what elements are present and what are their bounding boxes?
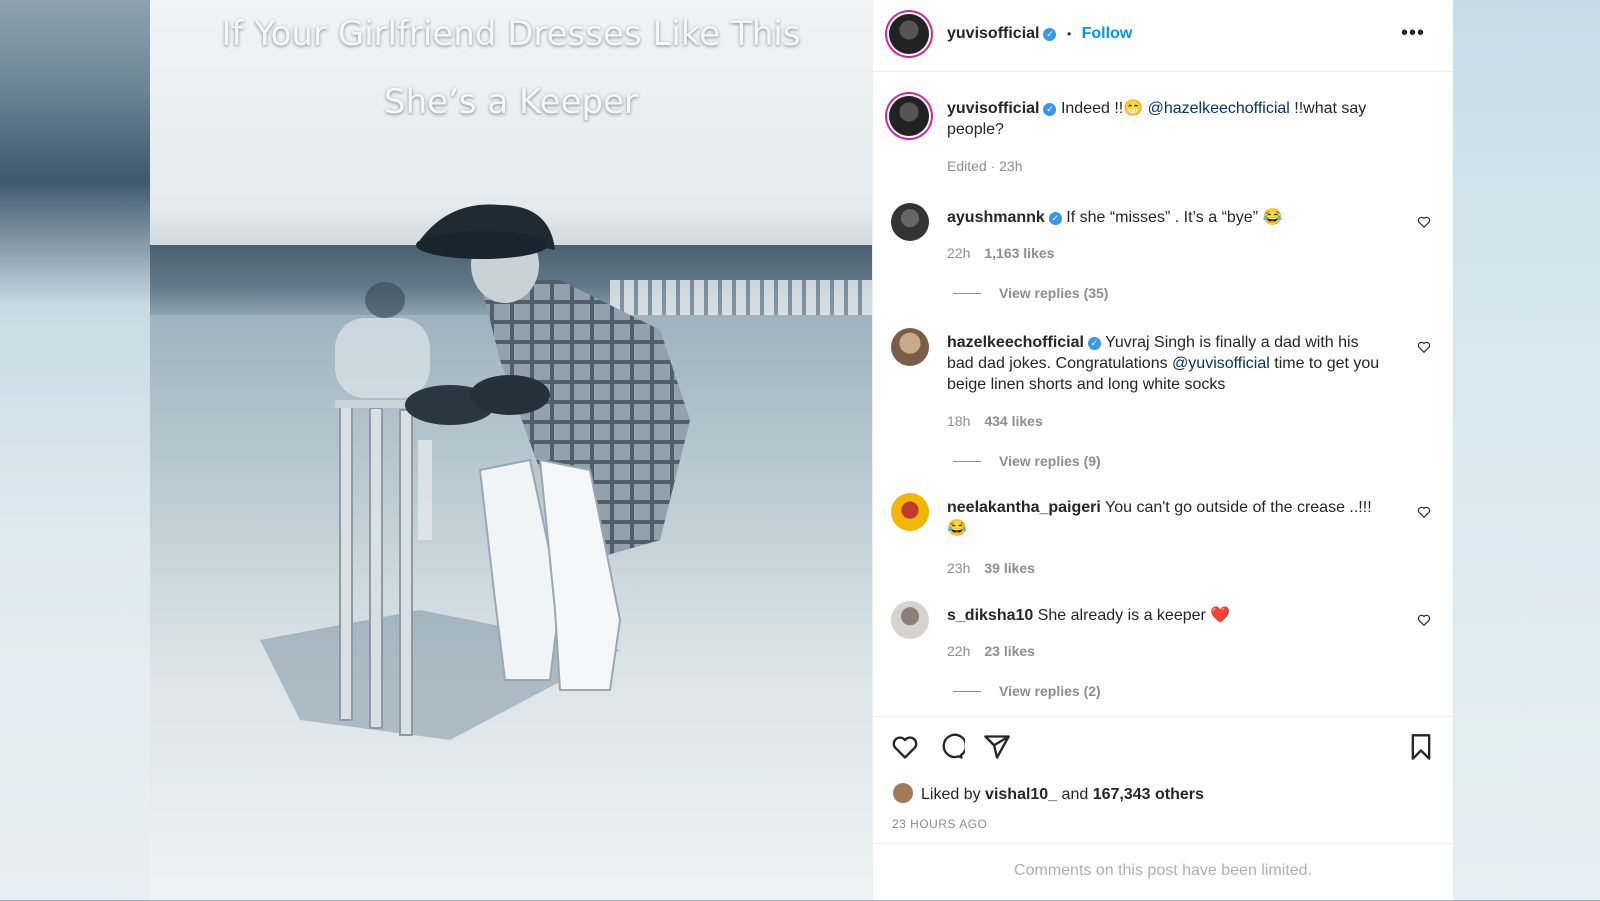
view-replies-label: View replies (2) bbox=[999, 683, 1101, 699]
caption-text: yuvisofficial ✓ Indeed !!😁 @hazelkeechoff… bbox=[947, 98, 1383, 140]
comment-item: hazelkeechofficial ✓ Yuvraj Singh is fina… bbox=[873, 320, 1453, 470]
comment-text: ayushmannk ✓ If she “misses” . It’s a “by… bbox=[947, 207, 1383, 228]
heart-icon[interactable] bbox=[891, 733, 919, 761]
caption-body-1: Indeed !!😁 bbox=[1060, 100, 1148, 117]
background-blur-left bbox=[0, 0, 150, 900]
author-avatar[interactable] bbox=[889, 14, 929, 54]
liked-by-user[interactable]: vishal10_ bbox=[985, 786, 1057, 803]
comment-meta: 22h 1,163 likes bbox=[947, 245, 1054, 261]
liker-avatar[interactable] bbox=[893, 783, 913, 803]
comment-body: If she “misses” . It’s a “bye” 😂 bbox=[1066, 209, 1283, 226]
comment-text: s_diksha10 She already is a keeper ❤️ bbox=[947, 605, 1383, 626]
view-replies-label: View replies (9) bbox=[999, 453, 1101, 469]
replies-line bbox=[953, 691, 981, 692]
author-username[interactable]: yuvisofficial bbox=[947, 25, 1039, 42]
image-caption-line-2: She’s a Keeper bbox=[384, 82, 638, 122]
image-caption-line-1: If Your Girlfriend Dresses Like This bbox=[221, 14, 801, 54]
comment-username[interactable]: ayushmannk bbox=[947, 209, 1045, 226]
commenter-avatar[interactable] bbox=[891, 328, 929, 366]
comment-meta: 18h 434 likes bbox=[947, 413, 1043, 429]
replies-line bbox=[953, 461, 981, 462]
view-replies-button[interactable]: View replies (9) bbox=[953, 453, 1101, 469]
liked-by: Liked by vishal10_ and 167,343 others bbox=[893, 783, 1204, 804]
view-replies-button[interactable]: View replies (35) bbox=[953, 285, 1108, 301]
comment-time: 23h bbox=[947, 560, 971, 576]
wicketkeeper-photo bbox=[260, 204, 690, 740]
post-detail-panel: yuvisofficial ✓ • Follow ••• yuvisofficia… bbox=[872, 0, 1453, 900]
header-separator: • bbox=[1066, 27, 1072, 41]
post-actions: Liked by vishal10_ and 167,343 others 23… bbox=[873, 716, 1453, 831]
comment-item: neelakantha_paigeri You can't go outside… bbox=[873, 485, 1453, 576]
liked-by-prefix: Liked by bbox=[921, 786, 986, 803]
comment-item: ayushmannk ✓ If she “misses” . It’s a “by… bbox=[873, 195, 1453, 305]
post-time-ago[interactable]: 23 HOURS AGO bbox=[892, 817, 987, 831]
comment-mention[interactable]: @yuvisofficial bbox=[1172, 355, 1270, 372]
post-image[interactable]: If Your Girlfriend Dresses Like This She… bbox=[150, 0, 872, 900]
comment-icon[interactable] bbox=[937, 733, 965, 761]
comment-likes[interactable]: 39 likes bbox=[984, 560, 1035, 576]
post-caption: yuvisofficial ✓ Indeed !!😁 @hazelkeechoff… bbox=[873, 90, 1453, 190]
more-dots-icon[interactable]: ••• bbox=[1401, 22, 1425, 45]
liked-by-mid: and bbox=[1057, 786, 1093, 803]
verified-badge-icon: ✓ bbox=[1087, 337, 1101, 350]
comment-likes[interactable]: 434 likes bbox=[984, 413, 1042, 429]
comment-username[interactable]: s_diksha10 bbox=[947, 607, 1033, 624]
follow-button[interactable]: Follow bbox=[1082, 25, 1133, 42]
comment-meta: 23h 39 likes bbox=[947, 560, 1035, 576]
caption-mention[interactable]: @hazelkeechofficial bbox=[1148, 100, 1290, 117]
liked-by-others[interactable]: 167,343 others bbox=[1093, 786, 1204, 803]
comment-like-heart-icon[interactable] bbox=[1417, 340, 1431, 354]
bookmark-icon[interactable] bbox=[1407, 733, 1435, 761]
comment-item: s_diksha10 She already is a keeper ❤️ 22… bbox=[873, 593, 1453, 703]
comment-likes[interactable]: 1,163 likes bbox=[984, 245, 1054, 261]
background-blur-right bbox=[1452, 0, 1600, 900]
verified-badge-icon: ✓ bbox=[1048, 212, 1062, 225]
share-icon[interactable] bbox=[983, 733, 1011, 761]
verified-badge-icon: ✓ bbox=[1043, 28, 1057, 41]
comment-likes[interactable]: 23 likes bbox=[984, 643, 1035, 659]
comments-limited-notice: Comments on this post have been limited. bbox=[873, 843, 1453, 901]
replies-line bbox=[953, 293, 981, 294]
caption-username[interactable]: yuvisofficial bbox=[947, 100, 1039, 117]
comment-time: 22h bbox=[947, 245, 971, 261]
caption-meta: Edited · 23h bbox=[947, 158, 1023, 174]
comment-like-heart-icon[interactable] bbox=[1417, 505, 1431, 519]
comment-like-heart-icon[interactable] bbox=[1417, 215, 1431, 229]
comment-username[interactable]: neelakantha_paigeri bbox=[947, 499, 1101, 516]
comment-text: neelakantha_paigeri You can't go outside… bbox=[947, 497, 1383, 539]
caption-avatar[interactable] bbox=[889, 96, 929, 136]
commenter-avatar[interactable] bbox=[891, 203, 929, 241]
comment-like-heart-icon[interactable] bbox=[1417, 613, 1431, 627]
header-user: yuvisofficial ✓ • Follow bbox=[947, 25, 1132, 43]
post-header: yuvisofficial ✓ • Follow ••• bbox=[873, 0, 1453, 72]
comment-body: She already is a keeper ❤️ bbox=[1037, 607, 1231, 624]
commenter-avatar[interactable] bbox=[891, 493, 929, 531]
view-replies-button[interactable]: View replies (2) bbox=[953, 683, 1101, 699]
comment-username[interactable]: hazelkeechofficial bbox=[947, 334, 1084, 351]
comment-meta: 22h 23 likes bbox=[947, 643, 1035, 659]
view-replies-label: View replies (35) bbox=[999, 285, 1109, 301]
comment-time: 18h bbox=[947, 413, 971, 429]
comment-text: hazelkeechofficial ✓ Yuvraj Singh is fina… bbox=[947, 332, 1383, 395]
commenter-avatar[interactable] bbox=[891, 601, 929, 639]
verified-badge-icon: ✓ bbox=[1043, 103, 1057, 116]
comment-time: 22h bbox=[947, 643, 971, 659]
